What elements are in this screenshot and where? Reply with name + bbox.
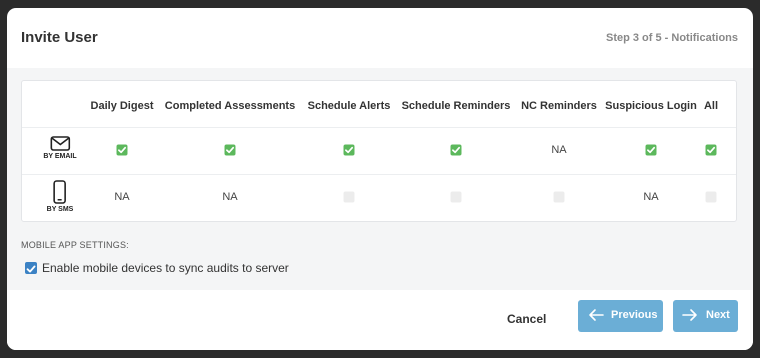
mobile-settings-label: MOBILE APP SETTINGS:	[21, 240, 129, 250]
checkbox-email-all[interactable]	[705, 144, 717, 156]
cell-email-daily-digest	[116, 144, 128, 156]
na-text-sms-daily-digest: NA	[114, 191, 130, 203]
notifications-table: Daily Digest Completed Assessments Sched…	[21, 80, 737, 222]
na-text-sms-completed-assessments: NA	[222, 191, 238, 203]
checkbox-sms-schedule-alerts	[343, 191, 355, 203]
column-header-nc-reminders: NC Reminders	[521, 100, 597, 112]
step-indicator: Step 3 of 5 - Notifications	[605, 32, 738, 44]
smartphone-icon	[47, 180, 74, 204]
cell-sms-schedule-reminders	[450, 191, 462, 203]
cancel-button[interactable]: Cancel	[507, 312, 546, 326]
checkbox-sms-schedule-reminders	[450, 191, 462, 203]
sync-audits-checkbox[interactable]	[25, 262, 37, 274]
sync-audits-label: Enable mobile devices to sync audits to …	[42, 261, 289, 275]
row-divider	[22, 127, 736, 128]
envelope-icon	[43, 136, 76, 151]
column-header-completed-assessments: Completed Assessments	[164, 100, 296, 112]
row-divider	[22, 174, 736, 175]
cell-sms-nc-reminders	[553, 191, 565, 203]
column-header-schedule-alerts: Schedule Alerts	[307, 100, 391, 112]
dialog-footer: Cancel Previous Next	[7, 290, 753, 350]
column-header-schedule-reminders: Schedule Reminders	[401, 100, 511, 112]
cell-sms-all	[705, 191, 717, 203]
cell-email-suspicious-login	[645, 144, 657, 156]
column-header-all: All	[703, 100, 719, 112]
next-button[interactable]: Next	[673, 300, 738, 332]
dialog-header: Invite User Step 3 of 5 - Notifications	[7, 8, 753, 68]
checkbox-sms-nc-reminders	[553, 191, 565, 203]
na-text-email-nc-reminders: NA	[551, 144, 567, 156]
column-header-suspicious-login: Suspicious Login	[605, 100, 697, 112]
dialog-body: Daily Digest Completed Assessments Sched…	[7, 68, 753, 290]
checkbox-email-schedule-reminders[interactable]	[450, 144, 462, 156]
cell-sms-schedule-alerts	[343, 191, 355, 203]
cell-email-schedule-reminders	[450, 144, 462, 156]
checkbox-email-completed-assessments[interactable]	[224, 144, 236, 156]
column-header-daily-digest: Daily Digest	[90, 100, 154, 112]
previous-button-label: Previous	[611, 309, 658, 321]
previous-button[interactable]: Previous	[578, 300, 663, 332]
checkbox-email-schedule-alerts[interactable]	[343, 144, 355, 156]
na-text-sms-suspicious-login: NA	[643, 191, 659, 203]
invite-user-dialog: Invite User Step 3 of 5 - Notifications …	[7, 8, 753, 350]
row-label-email-text: BY EMAIL	[43, 153, 77, 160]
checkbox-email-daily-digest[interactable]	[116, 144, 128, 156]
cell-email-schedule-alerts	[343, 144, 355, 156]
row-label-email: BY EMAIL	[43, 136, 77, 160]
cell-email-all	[705, 144, 717, 156]
dialog-title: Invite User	[21, 29, 98, 46]
row-label-sms-text: BY SMS	[46, 206, 74, 213]
checkbox-email-suspicious-login[interactable]	[645, 144, 657, 156]
row-label-sms: BY SMS	[46, 180, 74, 213]
checkbox-sms-all	[705, 191, 717, 203]
next-button-label: Next	[706, 309, 730, 321]
cell-email-completed-assessments	[224, 144, 236, 156]
